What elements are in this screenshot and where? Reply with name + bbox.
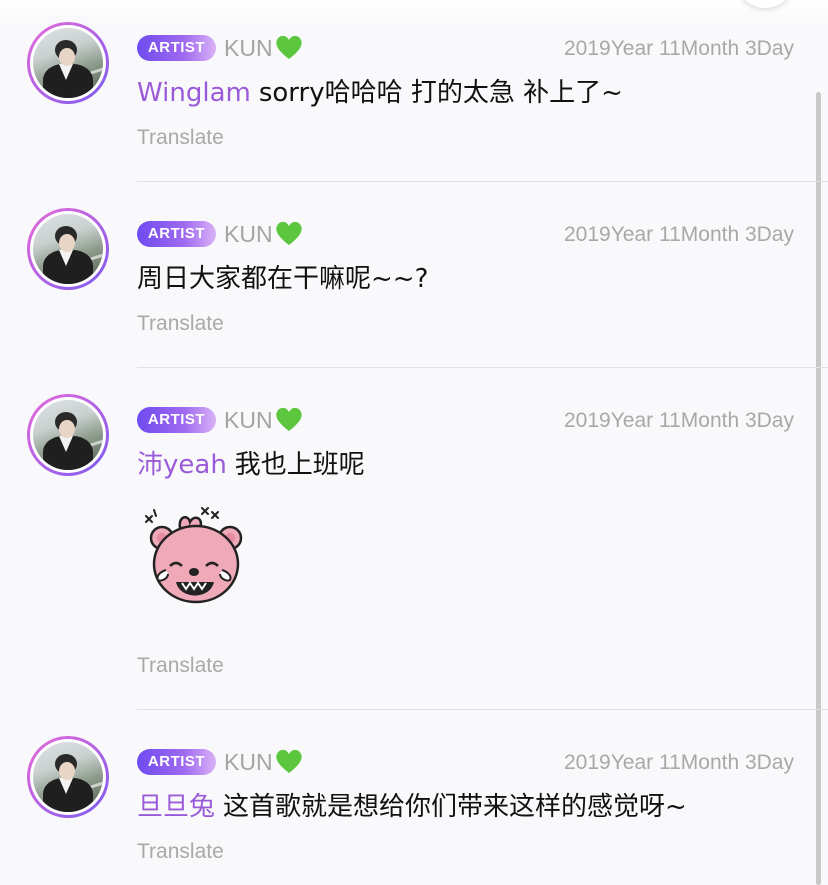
translate-link[interactable]: Translate	[137, 124, 224, 152]
green-heart-icon	[275, 407, 302, 431]
translate-link[interactable]: Translate	[137, 310, 224, 338]
artist-badge: ARTIST	[137, 407, 216, 433]
author-name[interactable]: KUN	[224, 747, 303, 777]
scrollbar[interactable]	[816, 92, 821, 885]
message-text: 旦旦兔 这首歌就是想给你们带来这样的感觉呀~	[137, 789, 687, 825]
author-name[interactable]: KUN	[224, 219, 303, 249]
artist-badge: ARTIST	[137, 221, 216, 247]
message-body: sorry哈哈哈 打的太急 补上了~	[258, 78, 623, 108]
avatar[interactable]	[27, 736, 109, 818]
top-fade	[0, 0, 828, 22]
author-name-text: KUN	[224, 749, 273, 775]
message-text: 周日大家都在干嘛呢~~?	[137, 261, 428, 297]
divider	[137, 181, 828, 182]
author-name[interactable]: KUN	[224, 405, 303, 435]
timestamp: 2019Year 11Month 3Day	[563, 37, 794, 60]
timestamp: 2019Year 11Month 3Day	[563, 409, 794, 432]
green-heart-icon	[275, 35, 302, 59]
message-text: Winglam sorry哈哈哈 打的太急 补上了~	[137, 75, 623, 111]
author-name[interactable]: KUN	[224, 33, 303, 63]
timestamp: 2019Year 11Month 3Day	[563, 223, 794, 246]
green-heart-icon	[275, 749, 302, 773]
artist-badge: ARTIST	[137, 749, 216, 775]
mention-link[interactable]: 沛yeah	[137, 450, 227, 480]
artist-badge: ARTIST	[137, 35, 216, 61]
translate-link[interactable]: Translate	[137, 652, 224, 680]
timestamp: 2019Year 11Month 3Day	[563, 751, 794, 774]
green-heart-icon	[275, 221, 302, 245]
author-name-text: KUN	[224, 221, 273, 247]
message-body: 周日大家都在干嘛呢~~?	[137, 264, 429, 294]
author-name-text: KUN	[224, 407, 273, 433]
author-name-text: KUN	[224, 35, 273, 61]
mention-link[interactable]: Winglam	[137, 78, 251, 108]
avatar[interactable]	[27, 394, 109, 476]
avatar[interactable]	[27, 22, 109, 104]
divider	[137, 709, 828, 710]
mention-link[interactable]: 旦旦兔	[137, 792, 215, 822]
avatar[interactable]	[27, 208, 109, 290]
message-body: 我也上班呢	[234, 450, 365, 480]
translate-link[interactable]: Translate	[137, 838, 224, 866]
divider	[137, 367, 828, 368]
crying-pink-bear-sticker[interactable]	[140, 502, 252, 606]
message-text: 沛yeah 我也上班呢	[137, 447, 365, 483]
message-body: 这首歌就是想给你们带来这样的感觉呀~	[223, 792, 687, 822]
